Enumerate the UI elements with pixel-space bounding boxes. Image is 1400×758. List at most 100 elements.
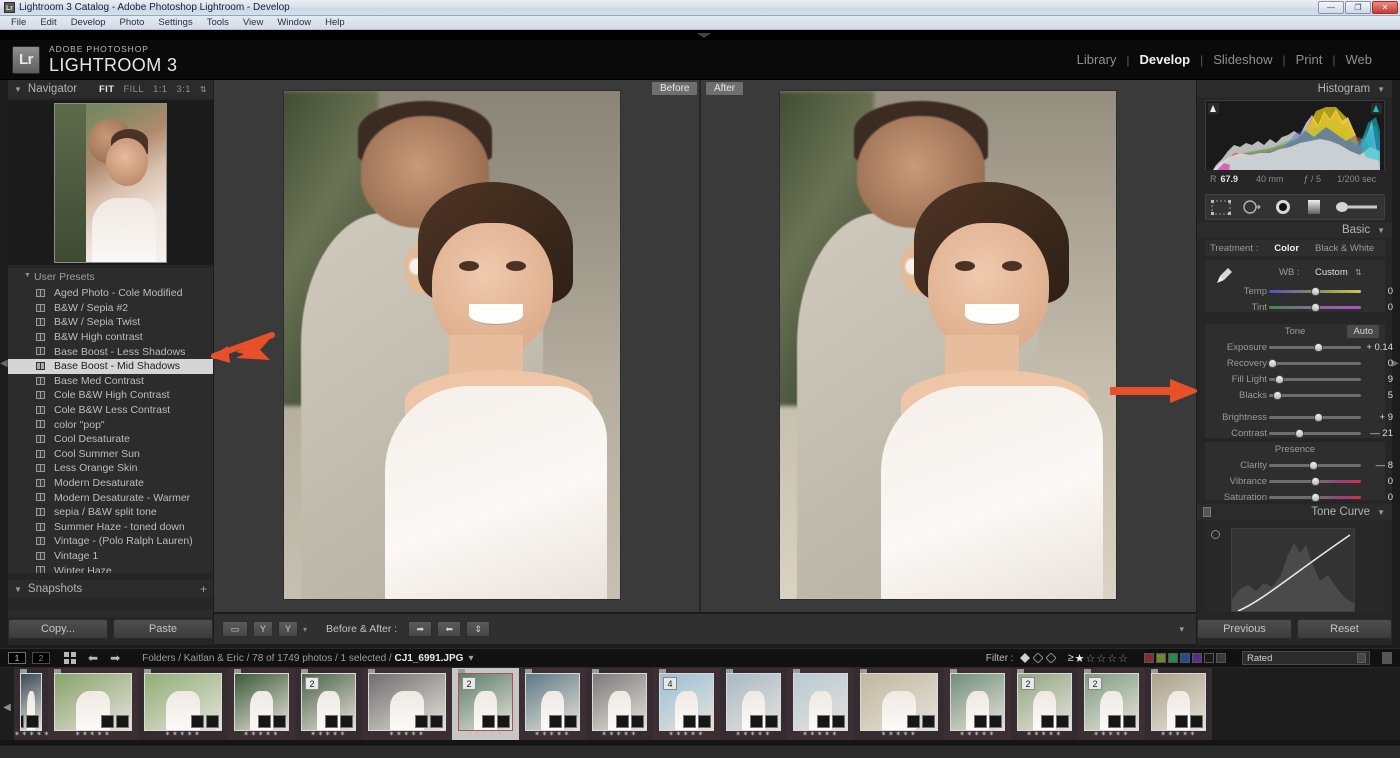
zoom-level-fill[interactable]: FILL [123, 84, 144, 95]
thumbnail-rating[interactable]: ✶✶✶✶✶ [854, 730, 944, 738]
slider-knob[interactable] [1311, 287, 1320, 296]
breadcrumb[interactable]: Folders / Kaitlan & Eric / 78 of 1749 ph… [142, 653, 473, 664]
snapshots-header[interactable]: ▼ Snapshots + [8, 580, 213, 598]
zoom-level-1-1[interactable]: 1:1 [153, 84, 167, 95]
star-5[interactable]: ☆ [1118, 652, 1128, 665]
filmstrip-thumbnail[interactable]: ✶✶✶✶✶ [720, 668, 787, 740]
filmstrip[interactable]: ◀ ✶✶✶✶✶✶✶✶✶✶✶✶✶✶✶✶✶✶✶✶2✶✶✶✶✶✶✶✶✶✶2✶✶✶✶✶✶… [0, 668, 1400, 746]
slider-value[interactable]: 9 [1363, 374, 1393, 385]
module-develop[interactable]: Develop [1130, 52, 1201, 67]
stack-count-badge[interactable]: 2 [305, 677, 319, 690]
thumbnail-rating[interactable]: ✶✶✶✶✶ [519, 730, 586, 738]
thumbnail-rating[interactable]: ✶✶✶✶✶ [362, 730, 452, 738]
tone-slider-exposure[interactable]: Exposure+ 0.14 [1205, 340, 1385, 354]
slider-knob[interactable] [1273, 391, 1282, 400]
auto-tone-button[interactable]: Auto [1347, 325, 1379, 338]
graduated-filter-icon[interactable] [1303, 198, 1325, 216]
thumbnail-rating[interactable]: ✶✶✶✶✶ [1011, 730, 1078, 738]
preset-item[interactable]: sepia / B&W split tone [8, 505, 213, 520]
wb-spinner-icon[interactable]: ⇅ [1355, 268, 1362, 277]
star-3[interactable]: ☆ [1096, 652, 1106, 665]
color-label-chip-5[interactable] [1192, 653, 1202, 663]
filter-menu-icon[interactable] [1382, 652, 1392, 664]
maximize-button[interactable]: ❐ [1345, 1, 1371, 14]
left-panel-collapse-icon[interactable]: ◀ [0, 358, 8, 369]
thumbnail-rating[interactable]: ✶✶✶✶✶ [944, 730, 1011, 738]
shadow-clipping-indicator[interactable] [1208, 103, 1219, 114]
module-web[interactable]: Web [1336, 52, 1383, 67]
menu-item-settings[interactable]: Settings [151, 16, 199, 30]
white-balance-row[interactable]: WB : Custom ⇅ [1205, 264, 1385, 280]
star-4[interactable]: ☆ [1107, 652, 1117, 665]
slider-knob[interactable] [1311, 477, 1320, 486]
preset-item[interactable]: B&W High contrast [8, 330, 213, 345]
menu-item-view[interactable]: View [236, 16, 270, 30]
zoom-level-3-1[interactable]: 3:1 [176, 84, 190, 95]
preset-item[interactable]: B&W / Sepia Twist [8, 315, 213, 330]
red-eye-icon[interactable] [1272, 198, 1294, 216]
preset-item[interactable]: Cool Desaturate [8, 432, 213, 447]
color-label-chip-3[interactable] [1168, 653, 1178, 663]
filmstrip-thumbnail[interactable]: 2✶✶✶✶✶ [295, 668, 362, 740]
filmstrip-thumbnail[interactable]: 2✶✶✶✶✶ [452, 668, 519, 740]
slider-value[interactable]: + 9 [1363, 412, 1393, 423]
thumbnail-rating[interactable]: ✶✶✶✶✶ [48, 730, 138, 738]
thumbnail-rating[interactable]: ✶✶✶✶✶ [1145, 730, 1212, 738]
filmstrip-scroll-left-icon[interactable]: ◀ [0, 668, 14, 746]
filmstrip-thumbnail[interactable]: 4✶✶✶✶✶ [653, 668, 720, 740]
wb-value[interactable]: Custom [1315, 267, 1348, 278]
histogram-header[interactable]: Histogram ▼ [1197, 80, 1392, 98]
color-label-chip-1[interactable] [1144, 653, 1154, 663]
menu-item-tools[interactable]: Tools [200, 16, 236, 30]
filmstrip-thumbnail[interactable]: ✶✶✶✶✶ [48, 668, 138, 740]
preset-item[interactable]: Vintage - (Polo Ralph Lauren) [8, 534, 213, 549]
slider-value[interactable]: 0 [1363, 476, 1393, 487]
menu-item-edit[interactable]: Edit [33, 16, 63, 30]
menu-item-develop[interactable]: Develop [64, 16, 113, 30]
toolbar-options-caret[interactable]: ▾ [1179, 624, 1184, 635]
color-label-chip-4[interactable] [1180, 653, 1190, 663]
basic-panel-header[interactable]: Basic ▼ [1197, 222, 1392, 238]
zoom-spinner-icon[interactable]: ⇅ [200, 85, 207, 94]
presets-list[interactable]: ▼User PresetsAged Photo - Cole ModifiedB… [8, 268, 213, 573]
flag-filter-icon-1[interactable]: Y [253, 621, 273, 637]
slider-track[interactable] [1269, 432, 1361, 435]
chevron-down-icon[interactable]: ▼ [1377, 226, 1385, 235]
navigator-header[interactable]: ▼ Navigator FITFILL1:13:1⇅ [8, 80, 213, 98]
presence-slider-saturation[interactable]: Saturation0 [1205, 490, 1385, 504]
preset-item[interactable]: Base Boost - Mid Shadows [8, 359, 213, 374]
filter-preset-select[interactable]: Rated [1242, 651, 1370, 665]
crop-overlay-icon[interactable] [1210, 198, 1232, 216]
slider-knob[interactable] [1311, 303, 1320, 312]
filmstrip-thumbnail[interactable]: ✶✶✶✶✶ [138, 668, 228, 740]
flag-unflagged-icon[interactable] [1033, 653, 1043, 663]
thumbnail-rating[interactable]: ✶✶✶✶✶ [1078, 730, 1145, 738]
flag-filter-icon-2[interactable]: Y [278, 621, 298, 637]
thumbnail-rating[interactable]: ✶✶✶✶✶ [452, 730, 519, 738]
preset-item[interactable]: Cool Summer Sun [8, 447, 213, 462]
star-rating-filter[interactable]: ≥★☆☆☆☆ [1068, 652, 1128, 665]
minimize-button[interactable]: — [1318, 1, 1344, 14]
screen-1-button[interactable]: 1 [8, 652, 26, 664]
target-adjust-icon[interactable] [1211, 530, 1220, 539]
chevron-down-icon[interactable]: ▼ [1377, 508, 1385, 517]
treatment-option-color[interactable]: Color [1274, 243, 1299, 254]
reset-button[interactable]: Reset [1297, 619, 1392, 639]
tone-slider-brightness[interactable]: Brightness+ 9 [1205, 410, 1385, 424]
flag-reject-icon[interactable] [1046, 653, 1056, 663]
flag-pick-icon[interactable] [1020, 653, 1030, 663]
filmstrip-thumbnail[interactable]: ✶✶✶✶✶ [787, 668, 854, 740]
preset-item[interactable]: color "pop" [8, 417, 213, 432]
menu-item-help[interactable]: Help [318, 16, 352, 30]
color-label-chip-2[interactable] [1156, 653, 1166, 663]
filmstrip-thumbnail[interactable]: ✶✶✶✶✶ [1145, 668, 1212, 740]
slider-knob[interactable] [1311, 493, 1320, 502]
slider-knob[interactable] [1314, 343, 1323, 352]
presence-slider-clarity[interactable]: Clarity— 8 [1205, 458, 1385, 472]
thumbnail-rating[interactable]: ✶✶✶✶✶ [14, 730, 48, 738]
preset-item[interactable]: Vintage 1 [8, 549, 213, 564]
copy-before-to-after-button[interactable]: ⬅ [437, 621, 461, 637]
preset-item[interactable]: Cole B&W Less Contrast [8, 403, 213, 418]
filmstrip-thumbnail[interactable]: 2✶✶✶✶✶ [1011, 668, 1078, 740]
highlight-clipping-indicator[interactable] [1371, 103, 1382, 114]
